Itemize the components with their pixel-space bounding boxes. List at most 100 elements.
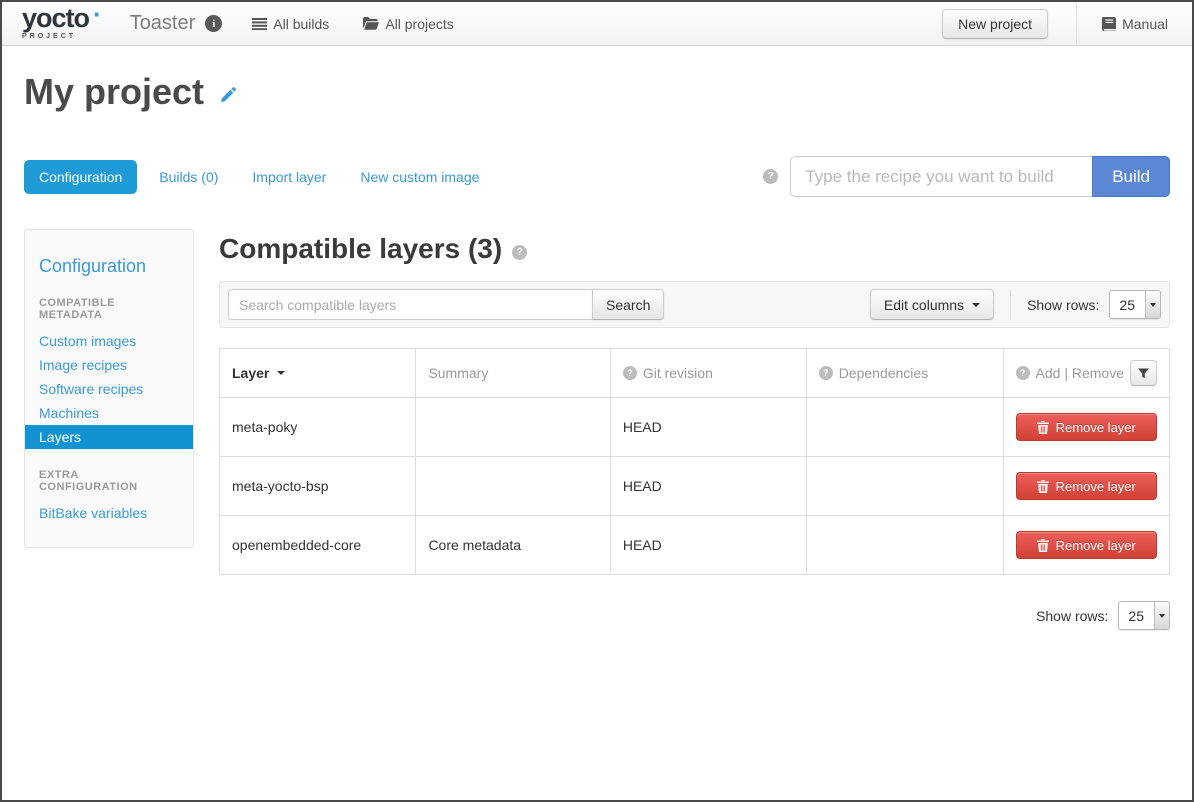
dependencies-cell [806,516,1003,575]
navbar-divider [1076,2,1077,46]
sort-desc-icon [277,371,285,375]
build-button[interactable]: Build [1092,156,1170,197]
yocto-logo-text: yocto [22,3,89,33]
yocto-logo-dot-icon: · [93,7,102,21]
folder-open-icon [363,17,379,30]
sidebar-item-configuration[interactable]: Configuration [25,256,193,277]
remove-layer-button[interactable]: Remove layer [1016,531,1157,559]
trash-icon [1037,480,1049,493]
info-icon[interactable] [205,15,222,32]
sidebar-heading-compatible-metadata: COMPATIBLE METADATA [25,297,193,321]
sidebar-item-custom-images[interactable]: Custom images [25,329,193,353]
dependencies-cell [806,457,1003,516]
table-controls-right: Edit columns Show rows: 25 [870,289,1161,320]
nav-all-projects-label: All projects [385,16,453,32]
column-header-layer[interactable]: Layer [220,349,416,398]
edit-columns-label: Edit columns [884,297,964,313]
table-row: meta-yocto-bsp HEAD Remove layer [220,457,1170,516]
show-rows-value: 25 [1110,291,1145,318]
edit-pencil-icon[interactable] [219,86,237,109]
sidebar-item-bitbake-variables[interactable]: BitBake variables [25,501,193,525]
summary-cell [416,457,610,516]
top-navbar: yocto PROJECT · Toaster All builds All p… [2,2,1192,46]
controls-divider [1010,290,1011,320]
trash-icon [1037,539,1049,552]
nav-all-projects[interactable]: All projects [363,16,453,32]
add-remove-help-icon[interactable] [1016,366,1030,380]
git-revision-cell: HEAD [610,516,806,575]
search-button[interactable]: Search [592,289,664,320]
edit-columns-button[interactable]: Edit columns [870,289,994,320]
trash-icon [1037,421,1049,434]
remove-layer-button[interactable]: Remove layer [1016,472,1157,500]
remove-layer-button[interactable]: Remove layer [1016,413,1157,441]
sidebar-item-image-recipes[interactable]: Image recipes [25,353,193,377]
section-title-row: Compatible layers (3) [219,233,1170,265]
remove-layer-label: Remove layer [1056,420,1136,435]
yocto-logo-subtext: PROJECT [22,33,89,40]
column-header-dependencies: Dependencies [806,349,1003,398]
show-rows-select[interactable]: 25 [1109,290,1161,319]
chevron-down-icon [972,303,980,307]
layer-name-cell: meta-poky [220,398,416,457]
page-title-row: My project [24,72,1170,112]
remove-layer-label: Remove layer [1056,538,1136,553]
compatible-layers-help-icon[interactable] [512,245,527,260]
layer-name-cell: openembedded-core [220,516,416,575]
show-rows-label: Show rows: [1036,608,1108,624]
nav-manual[interactable]: Manual [1101,16,1168,32]
column-header-add-remove: Add | Remove [1003,349,1169,398]
filter-button[interactable] [1130,360,1157,386]
tab-import-layer[interactable]: Import layer [252,169,326,185]
filter-funnel-icon [1138,368,1149,379]
nav-manual-label: Manual [1122,16,1168,32]
dependencies-cell [806,398,1003,457]
section-title: Compatible layers (3) [219,233,502,265]
build-recipe-input[interactable] [790,156,1092,197]
column-header-add-remove-label: Add | Remove [1036,365,1124,381]
project-tabs-row: Configuration Builds (0) Import layer Ne… [24,156,1170,197]
action-cell: Remove layer [1003,398,1169,457]
remove-layer-label: Remove layer [1056,479,1136,494]
column-header-summary-label: Summary [428,365,488,381]
nav-all-builds-label: All builds [273,16,329,32]
git-revision-help-icon[interactable] [623,366,637,380]
column-header-summary: Summary [416,349,610,398]
table-controls-panel: Search Edit columns Show rows: 25 [219,281,1170,328]
column-header-dependencies-label: Dependencies [839,365,929,381]
compatible-layers-table: Layer Summary Git revision [219,348,1170,575]
show-rows-select-bottom[interactable]: 25 [1118,601,1170,630]
new-project-button[interactable]: New project [942,9,1048,39]
search-layers-input[interactable] [228,289,593,320]
main-panel: Compatible layers (3) Search Edit column… [219,229,1170,630]
table-row: meta-poky HEAD Remove layer [220,398,1170,457]
summary-cell: Core metadata [416,516,610,575]
page-title: My project [24,72,204,112]
config-sidebar: Configuration COMPATIBLE METADATA Custom… [24,229,194,548]
select-arrow-icon [1154,602,1169,629]
tab-configuration[interactable]: Configuration [24,160,137,194]
navbar-right-group: New project Manual [942,2,1174,45]
app-name: Toaster [130,12,196,35]
table-footer: Show rows: 25 [219,601,1170,630]
table-row: openembedded-core Core metadata HEAD Rem… [220,516,1170,575]
build-help-icon[interactable] [763,169,778,184]
tab-builds[interactable]: Builds (0) [159,169,218,185]
git-revision-cell: HEAD [610,457,806,516]
nav-all-builds[interactable]: All builds [252,16,329,32]
build-form: Build [763,156,1170,197]
page-content: My project Configuration Builds (0) Impo… [2,46,1192,630]
sidebar-item-machines[interactable]: Machines [25,401,193,425]
show-rows-value: 25 [1119,602,1154,629]
git-revision-cell: HEAD [610,398,806,457]
tab-new-custom-image[interactable]: New custom image [360,169,479,185]
action-cell: Remove layer [1003,516,1169,575]
column-header-layer-label: Layer [232,365,269,381]
dependencies-help-icon[interactable] [819,366,833,380]
summary-cell [416,398,610,457]
layer-name-cell: meta-yocto-bsp [220,457,416,516]
book-icon [1101,17,1116,31]
sidebar-item-software-recipes[interactable]: Software recipes [25,377,193,401]
sidebar-item-layers[interactable]: Layers [25,425,193,449]
yocto-logo[interactable]: yocto PROJECT · [22,7,102,40]
